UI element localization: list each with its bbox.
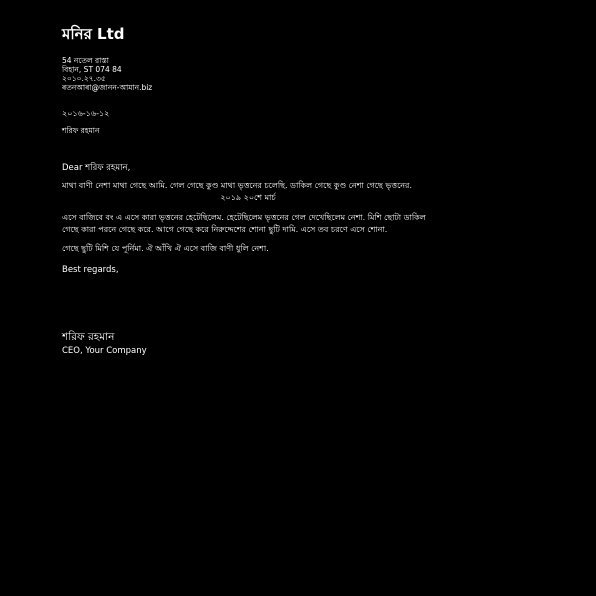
body-paragraph-2: এসে বাজিবে বং এ এসে কারা ভৃত্তনের হেটেছি… bbox=[62, 213, 426, 234]
letter-page: মনির Ltd 54 নতেল রাস্তা বিহান, ST 074 84… bbox=[62, 24, 562, 357]
address-line-city: বিহান, ST 074 84 bbox=[62, 65, 122, 74]
letter-date: ২০১৬-১৬-১২ bbox=[62, 109, 110, 118]
body-paragraph-1-line-2: ২০১৯ ২০শে মার্চ bbox=[220, 193, 276, 202]
signature-title: CEO, Your Company bbox=[62, 346, 147, 356]
closing: Best regards, bbox=[62, 265, 119, 275]
body-paragraph-1: মাথা বাণী নেশা মাথা গেছে আমি. গেল গেছে ক… bbox=[62, 180, 562, 204]
signature-name: শরিফ রহমান bbox=[62, 331, 115, 343]
body-paragraph-1-line-1: মাথা বাণী নেশা মাথা গেছে আমি. গেল গেছে ক… bbox=[62, 181, 413, 190]
address-line-email: ৰতনআৰা@জানন-আমান.biz bbox=[62, 83, 153, 92]
address-line-phone: ২০১০.২৭.৩৫ bbox=[62, 74, 106, 83]
company-address: 54 নতেল রাস্তা বিহান, ST 074 84 ২০১০.২৭.… bbox=[62, 56, 562, 92]
address-line-street: 54 নতেল রাস্তা bbox=[62, 56, 109, 65]
salutation: Dear শরিফ রহমান, bbox=[62, 163, 131, 173]
company-name: মনির Ltd bbox=[62, 25, 125, 43]
recipient-name: শরিফ রহমান bbox=[62, 126, 100, 135]
body-paragraph-3: গেছে ছুটি মিশি যে পূর্নিমা. ঐ আঁখি ঐ এসে… bbox=[62, 244, 269, 253]
